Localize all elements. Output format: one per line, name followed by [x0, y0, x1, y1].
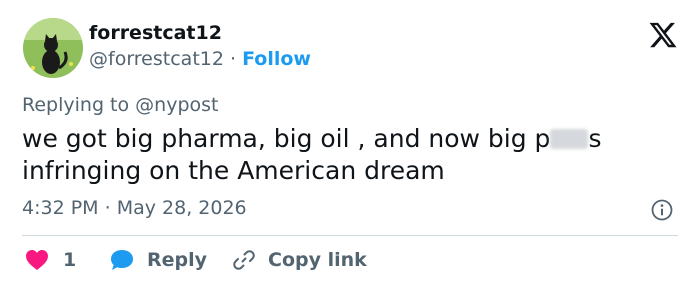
- like-button[interactable]: 1: [25, 248, 76, 272]
- tweet-time: 4:32 PM: [22, 197, 99, 219]
- x-logo-icon[interactable]: [648, 20, 678, 50]
- copy-link-button[interactable]: Copy link: [232, 248, 367, 272]
- reply-label: Reply: [147, 249, 208, 271]
- replying-to-handle[interactable]: @nypost: [135, 94, 218, 116]
- timestamp-separator: ·: [104, 197, 111, 219]
- like-count: 1: [63, 249, 77, 271]
- speech-bubble-icon: [111, 250, 133, 270]
- author-handle[interactable]: @forrestcat12: [89, 48, 224, 70]
- handle-separator: ·: [230, 48, 237, 70]
- tweet-date: May 28, 2026: [116, 197, 247, 219]
- author-name[interactable]: forrestcat12: [89, 21, 222, 45]
- avatar[interactable]: [23, 18, 83, 78]
- tweet-line-2: infringing on the American dream: [22, 156, 445, 185]
- heart-icon: [26, 250, 48, 270]
- follow-button[interactable]: Follow: [242, 48, 311, 70]
- reply-button[interactable]: Reply: [109, 248, 207, 272]
- divider: [22, 235, 678, 236]
- info-icon[interactable]: [650, 198, 674, 222]
- author-handle-row: @forrestcat12 · Follow: [89, 47, 311, 71]
- copy-link-label: Copy link: [268, 249, 367, 271]
- tweet-line-1-start: we got big pharma, big oil , and now big…: [22, 124, 551, 153]
- replying-to: Replying to @nypost: [22, 93, 219, 117]
- tweet-line-1-end: s: [588, 124, 602, 153]
- censored-word: [550, 129, 589, 149]
- link-icon: [233, 250, 255, 270]
- replying-to-label: Replying to: [22, 94, 130, 116]
- tweet-text: we got big pharma, big oil , and now big…: [22, 123, 672, 187]
- timestamp[interactable]: 4:32 PM · May 28, 2026: [22, 196, 247, 220]
